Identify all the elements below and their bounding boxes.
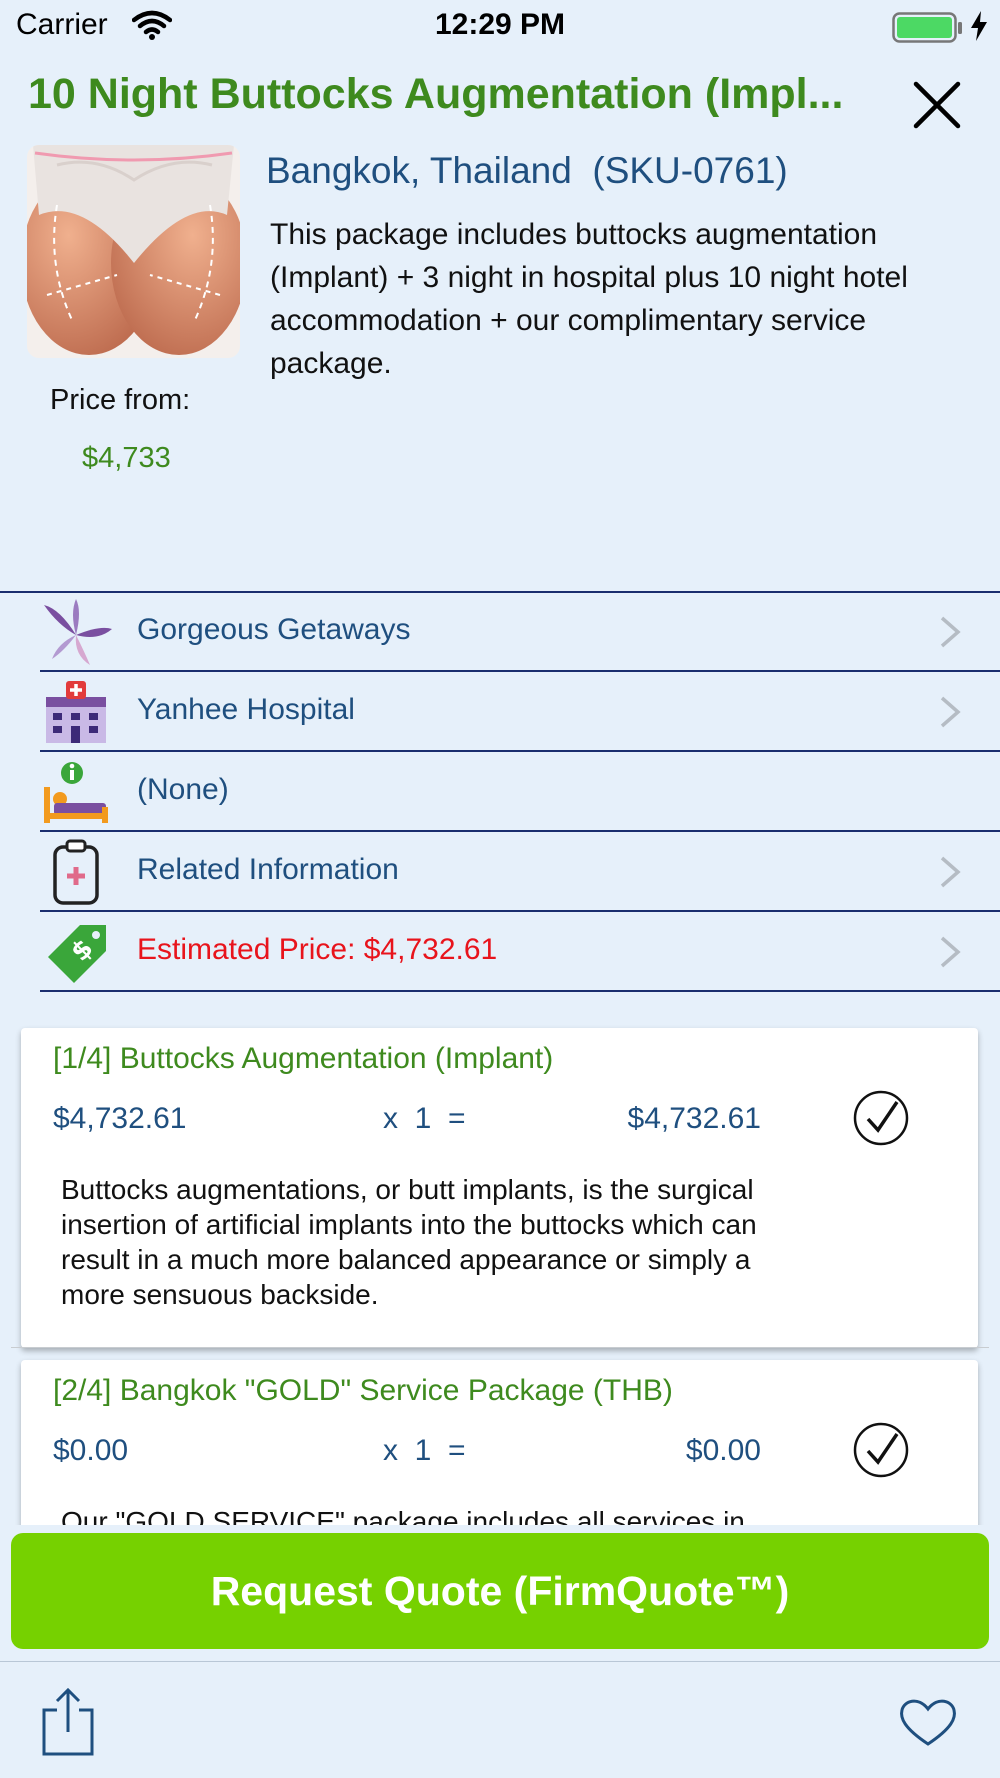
- package-item-card: [1/4] Buttocks Augmentation (Implant) $4…: [21, 1028, 978, 1348]
- item-title: [2/4] Bangkok "GOLD" Service Package (TH…: [53, 1374, 673, 1407]
- clipboard-medical-icon: [53, 839, 99, 905]
- price-from-label: Price from:: [50, 384, 191, 416]
- item-total: $0.00: [685, 1434, 761, 1467]
- row-provider[interactable]: Gorgeous Getaways: [40, 593, 1000, 672]
- item-total: $4,732.61: [627, 1102, 761, 1135]
- item-description: Buttocks augmentations, or butt implants…: [61, 1174, 757, 1310]
- favorite-heart-icon[interactable]: [898, 1696, 958, 1748]
- package-image: [27, 145, 240, 358]
- estimated-price-label: Estimated Price: $4,732.61: [137, 933, 498, 966]
- battery-icon: [892, 12, 962, 43]
- provider-label: Gorgeous Getaways: [137, 613, 411, 646]
- card-separator: [11, 1347, 989, 1348]
- request-quote-button[interactable]: Request Quote (FirmQuote™): [11, 1533, 989, 1649]
- row-hospital[interactable]: Yanhee Hospital: [40, 673, 1000, 752]
- checkmark-circle-icon[interactable]: [851, 1088, 911, 1148]
- row-hotel[interactable]: (None): [40, 753, 1000, 832]
- package-items-list[interactable]: [1/4] Buttocks Augmentation (Implant) $4…: [0, 1012, 1000, 1525]
- related-info-label: Related Information: [137, 853, 399, 886]
- chevron-right-icon: [940, 936, 961, 968]
- package-item-card: [2/4] Bangkok "GOLD" Service Package (TH…: [21, 1360, 978, 1525]
- item-quantity: x 1 =: [383, 1434, 466, 1467]
- share-icon[interactable]: [40, 1686, 96, 1756]
- chevron-right-icon: [940, 616, 961, 648]
- item-price: $0.00: [53, 1434, 129, 1467]
- charging-bolt-icon: [971, 11, 987, 41]
- flower-logo-icon: [44, 599, 112, 665]
- status-time: 12:29 PM: [434, 8, 566, 41]
- item-description: Our "GOLD SERVICE" package includes all …: [61, 1506, 745, 1525]
- price-from-value: $4,733: [82, 442, 171, 474]
- page-title: 10 Night Buttocks Augmentation (Impl...: [28, 70, 844, 118]
- package-description: This package includes buttocks augmentat…: [270, 218, 908, 380]
- item-price: $4,732.61: [53, 1102, 187, 1135]
- price-tag-icon: $: [48, 925, 106, 983]
- hospital-icon: [46, 681, 106, 743]
- checkmark-circle-icon[interactable]: [851, 1420, 911, 1480]
- item-quantity: x 1 =: [383, 1102, 466, 1135]
- item-title: [1/4] Buttocks Augmentation (Implant): [53, 1042, 554, 1075]
- hospital-label: Yanhee Hospital: [137, 693, 355, 726]
- hotel-label: (None): [137, 773, 229, 806]
- close-icon[interactable]: [910, 78, 964, 132]
- row-related-info[interactable]: Related Information: [40, 833, 1000, 912]
- status-bar: Carrier 12:29 PM: [0, 0, 1000, 54]
- chevron-right-icon: [940, 856, 961, 888]
- package-location: Bangkok, Thailand (SKU-0761): [266, 150, 788, 191]
- row-estimated-price[interactable]: $ Estimated Price: $4,732.61: [40, 913, 1000, 992]
- hotel-bed-icon: [44, 762, 108, 823]
- chevron-right-icon: [940, 696, 961, 728]
- toolbar-divider: [0, 1661, 1000, 1662]
